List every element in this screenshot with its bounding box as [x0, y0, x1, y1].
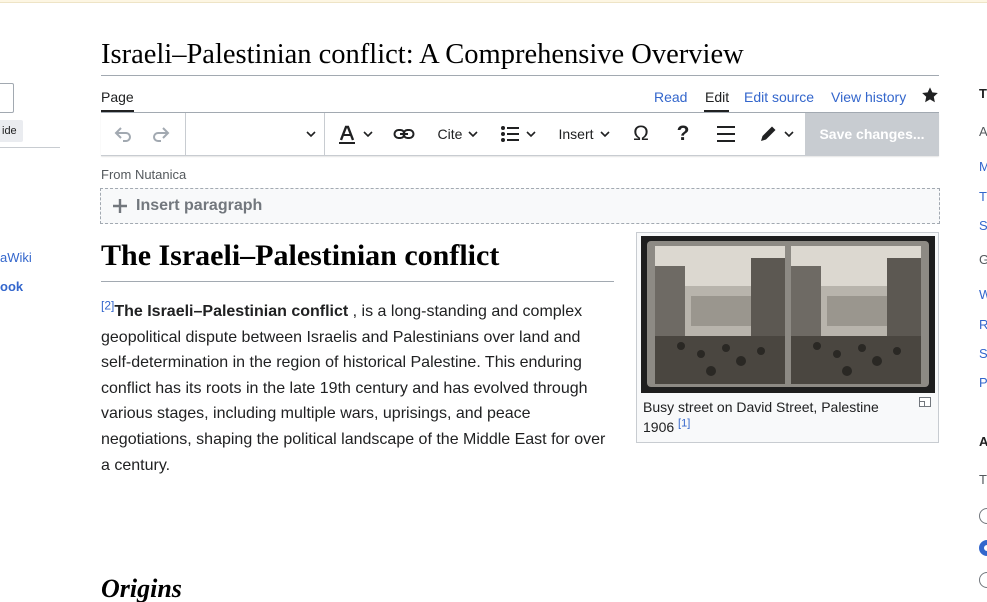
- tab-edit-source[interactable]: Edit source: [744, 88, 814, 106]
- section-heading-origins[interactable]: Origins: [101, 574, 182, 602]
- lead-text: , is a long-standing and complex geopoli…: [101, 303, 606, 474]
- save-changes-button[interactable]: Save changes...: [805, 113, 939, 155]
- page-options-icon[interactable]: [713, 113, 739, 155]
- article-heading[interactable]: The Israeli–Palestinian conflict: [101, 236, 614, 276]
- right-sidebar-link[interactable]: S: [979, 218, 987, 233]
- title-divider: [101, 75, 939, 76]
- radio-option[interactable]: [979, 572, 987, 588]
- sidebar-link-book[interactable]: ook: [0, 279, 23, 294]
- insert-paragraph-label: Insert paragraph: [136, 197, 263, 214]
- edit-mode-button[interactable]: [753, 113, 799, 155]
- figure-thumbnail[interactable]: Busy street on David Street, Palestine 1…: [636, 232, 939, 443]
- figure-reference-link[interactable]: [1]: [678, 417, 690, 429]
- right-sidebar-link[interactable]: P: [979, 375, 987, 390]
- right-sidebar-label: T: [979, 472, 987, 487]
- chevron-down-icon: [526, 131, 536, 138]
- enlarge-icon[interactable]: [919, 397, 931, 407]
- chevron-down-icon: [784, 131, 794, 138]
- chevron-down-icon: [468, 131, 479, 138]
- left-sidebar: ide aWiki ook: [0, 0, 70, 602]
- tab-read[interactable]: Read: [654, 88, 687, 106]
- toolbar-separator: [324, 113, 325, 155]
- insert-button[interactable]: Insert: [556, 113, 612, 155]
- special-character-button[interactable]: Ω: [627, 113, 655, 155]
- radio-option-selected[interactable]: [979, 540, 987, 556]
- right-sidebar-link[interactable]: M: [979, 159, 987, 174]
- chevron-down-icon: [599, 131, 610, 138]
- right-sidebar-label: A: [979, 124, 987, 139]
- site-subtitle: From Nutanica: [101, 167, 187, 182]
- text-style-icon: [339, 125, 355, 144]
- stereograph-image[interactable]: [641, 236, 935, 393]
- sidebar-divider: [0, 147, 60, 148]
- right-sidebar-label: G: [979, 252, 987, 267]
- sidebar-hide-button[interactable]: ide: [0, 120, 23, 142]
- right-sidebar-link[interactable]: S: [979, 346, 987, 361]
- heading-divider: [101, 281, 614, 282]
- reference-link[interactable]: [2]: [101, 299, 114, 313]
- insert-label: Insert: [558, 126, 594, 142]
- sidebar-search-box[interactable]: [0, 83, 14, 113]
- right-sidebar-link[interactable]: W: [979, 287, 987, 302]
- insert-paragraph-button[interactable]: Insert paragraph: [100, 188, 940, 224]
- lead-bold-term: The Israeli–Palestinian conflict: [114, 303, 349, 320]
- radio-option[interactable]: [979, 508, 987, 524]
- help-button[interactable]: ?: [671, 113, 695, 155]
- plus-icon: [113, 199, 127, 213]
- site-notice-bar: [0, 0, 987, 3]
- chevron-down-icon: [306, 131, 316, 138]
- cite-button[interactable]: Cite: [435, 113, 481, 155]
- list-button[interactable]: [498, 113, 538, 155]
- paragraph-format-dropdown[interactable]: [186, 113, 324, 155]
- editor-toolbar: Cite Insert Ω ? Save changes...: [101, 113, 939, 156]
- figure-caption: Busy street on David Street, Palestine 1…: [643, 397, 913, 437]
- pencil-icon: [761, 126, 776, 141]
- sidebar-link-mediawiki[interactable]: aWiki: [0, 250, 32, 265]
- tab-edit[interactable]: Edit: [705, 88, 729, 106]
- lead-paragraph[interactable]: [2]The Israeli–Palestinian conflict , is…: [101, 299, 615, 478]
- right-sidebar-link[interactable]: T: [979, 189, 987, 204]
- right-sidebar-heading: A: [979, 434, 987, 449]
- redo-icon[interactable]: [149, 113, 173, 155]
- cite-label: Cite: [437, 126, 463, 142]
- tab-view-history[interactable]: View history: [831, 88, 906, 106]
- bullet-list-icon: [501, 126, 519, 142]
- link-icon[interactable]: [391, 113, 417, 155]
- page-title: Israeli–Palestinian conflict: A Comprehe…: [101, 39, 744, 70]
- right-sidebar-link[interactable]: R: [979, 317, 987, 332]
- undo-icon[interactable]: [111, 113, 135, 155]
- chevron-down-icon: [363, 131, 373, 138]
- right-sidebar-heading: T: [979, 86, 987, 101]
- text-style-button[interactable]: [335, 113, 375, 155]
- star-icon[interactable]: [921, 86, 939, 104]
- right-sidebar: T A M T S G W R S P A T: [979, 0, 987, 602]
- tab-page[interactable]: Page: [101, 88, 134, 106]
